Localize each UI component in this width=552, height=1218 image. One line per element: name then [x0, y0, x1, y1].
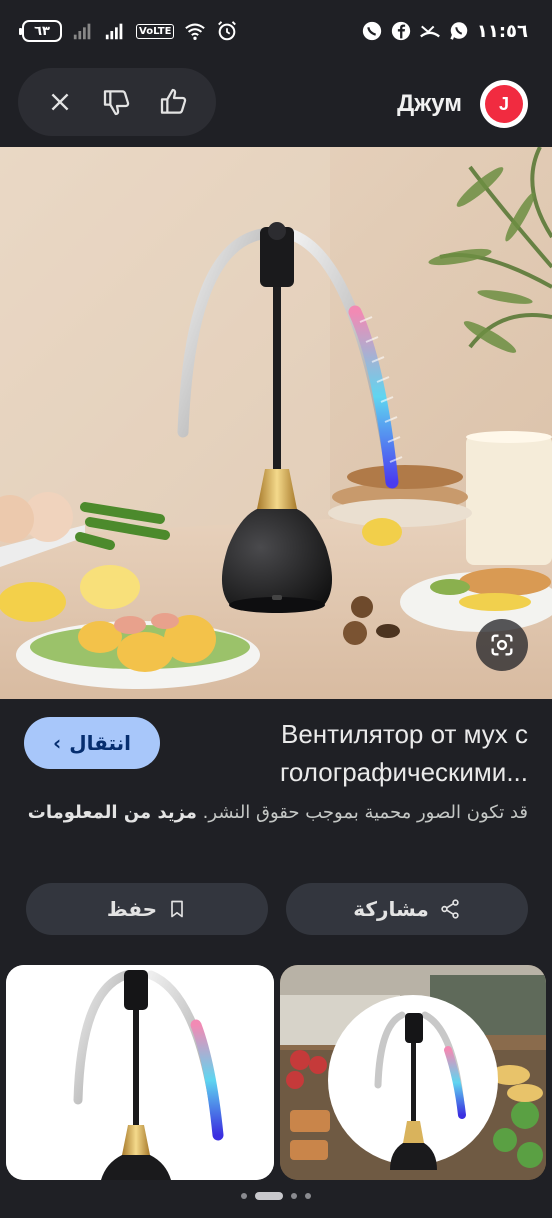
wifi-icon [185, 23, 206, 40]
thumbs-down-icon [103, 90, 130, 116]
whatsapp-icon [450, 22, 468, 40]
volte-badge: VoLTE [136, 23, 175, 39]
copyright-notice: قد تكون الصور محمية بموجب حقوق النشر. مز… [24, 798, 528, 828]
thumbs-up-icon [160, 88, 186, 114]
thumbs-up-button[interactable] [154, 82, 194, 122]
source-site[interactable]: Джум J [397, 80, 528, 128]
carousel-dot [291, 1193, 297, 1199]
status-bar: ٦٣ VoLTE ١١:٥٦ [0, 0, 552, 64]
share-button[interactable]: مشاركة [286, 883, 528, 935]
carousel-dot-active [255, 1192, 283, 1200]
copyright-text: قد تكون الصور محمية بموجب حقوق النشر. [202, 802, 528, 823]
related-image-1[interactable] [6, 965, 274, 1180]
result-title[interactable]: Вентилятор от мух с голографическими... [198, 715, 528, 791]
related-kitchen-photo [280, 965, 546, 1180]
product-image[interactable] [0, 147, 552, 699]
close-icon [51, 93, 69, 111]
signal-icon [73, 23, 91, 40]
chevron-left-icon: ‹ [52, 731, 62, 755]
save-button[interactable]: حفظ [26, 883, 268, 935]
alarm-icon [218, 21, 237, 41]
save-label: حفظ [106, 897, 158, 921]
bookmark-icon [171, 900, 183, 918]
missed-call-icon [419, 25, 440, 38]
viber-icon [362, 21, 382, 41]
carousel-dot [305, 1193, 311, 1199]
facebook-icon [391, 21, 411, 41]
feedback-pill [18, 68, 216, 136]
battery-indicator: ٦٣ [19, 20, 62, 42]
close-button[interactable] [40, 82, 80, 122]
brand-logo-letter: J [485, 85, 523, 123]
share-icon [441, 899, 459, 919]
product-photo [0, 147, 552, 699]
carousel-dot [241, 1193, 247, 1199]
related-image-2[interactable] [280, 965, 546, 1180]
visit-button[interactable]: ‹ انتقال [24, 717, 160, 769]
brand-logo: J [480, 80, 528, 128]
lens-icon [491, 634, 513, 656]
clock: ١١:٥٦ [476, 20, 528, 42]
thumbs-down-button[interactable] [97, 82, 137, 122]
carousel-indicator [0, 1192, 552, 1200]
signal-strong-icon [105, 23, 123, 40]
more-info-link[interactable]: مزيد من المعلومات [28, 802, 197, 823]
related-product-photo [6, 965, 274, 1180]
share-label: مشاركة [353, 897, 429, 921]
google-lens-button[interactable] [476, 619, 528, 671]
visit-label: انتقال [69, 731, 132, 755]
brand-name: Джум [397, 90, 462, 117]
